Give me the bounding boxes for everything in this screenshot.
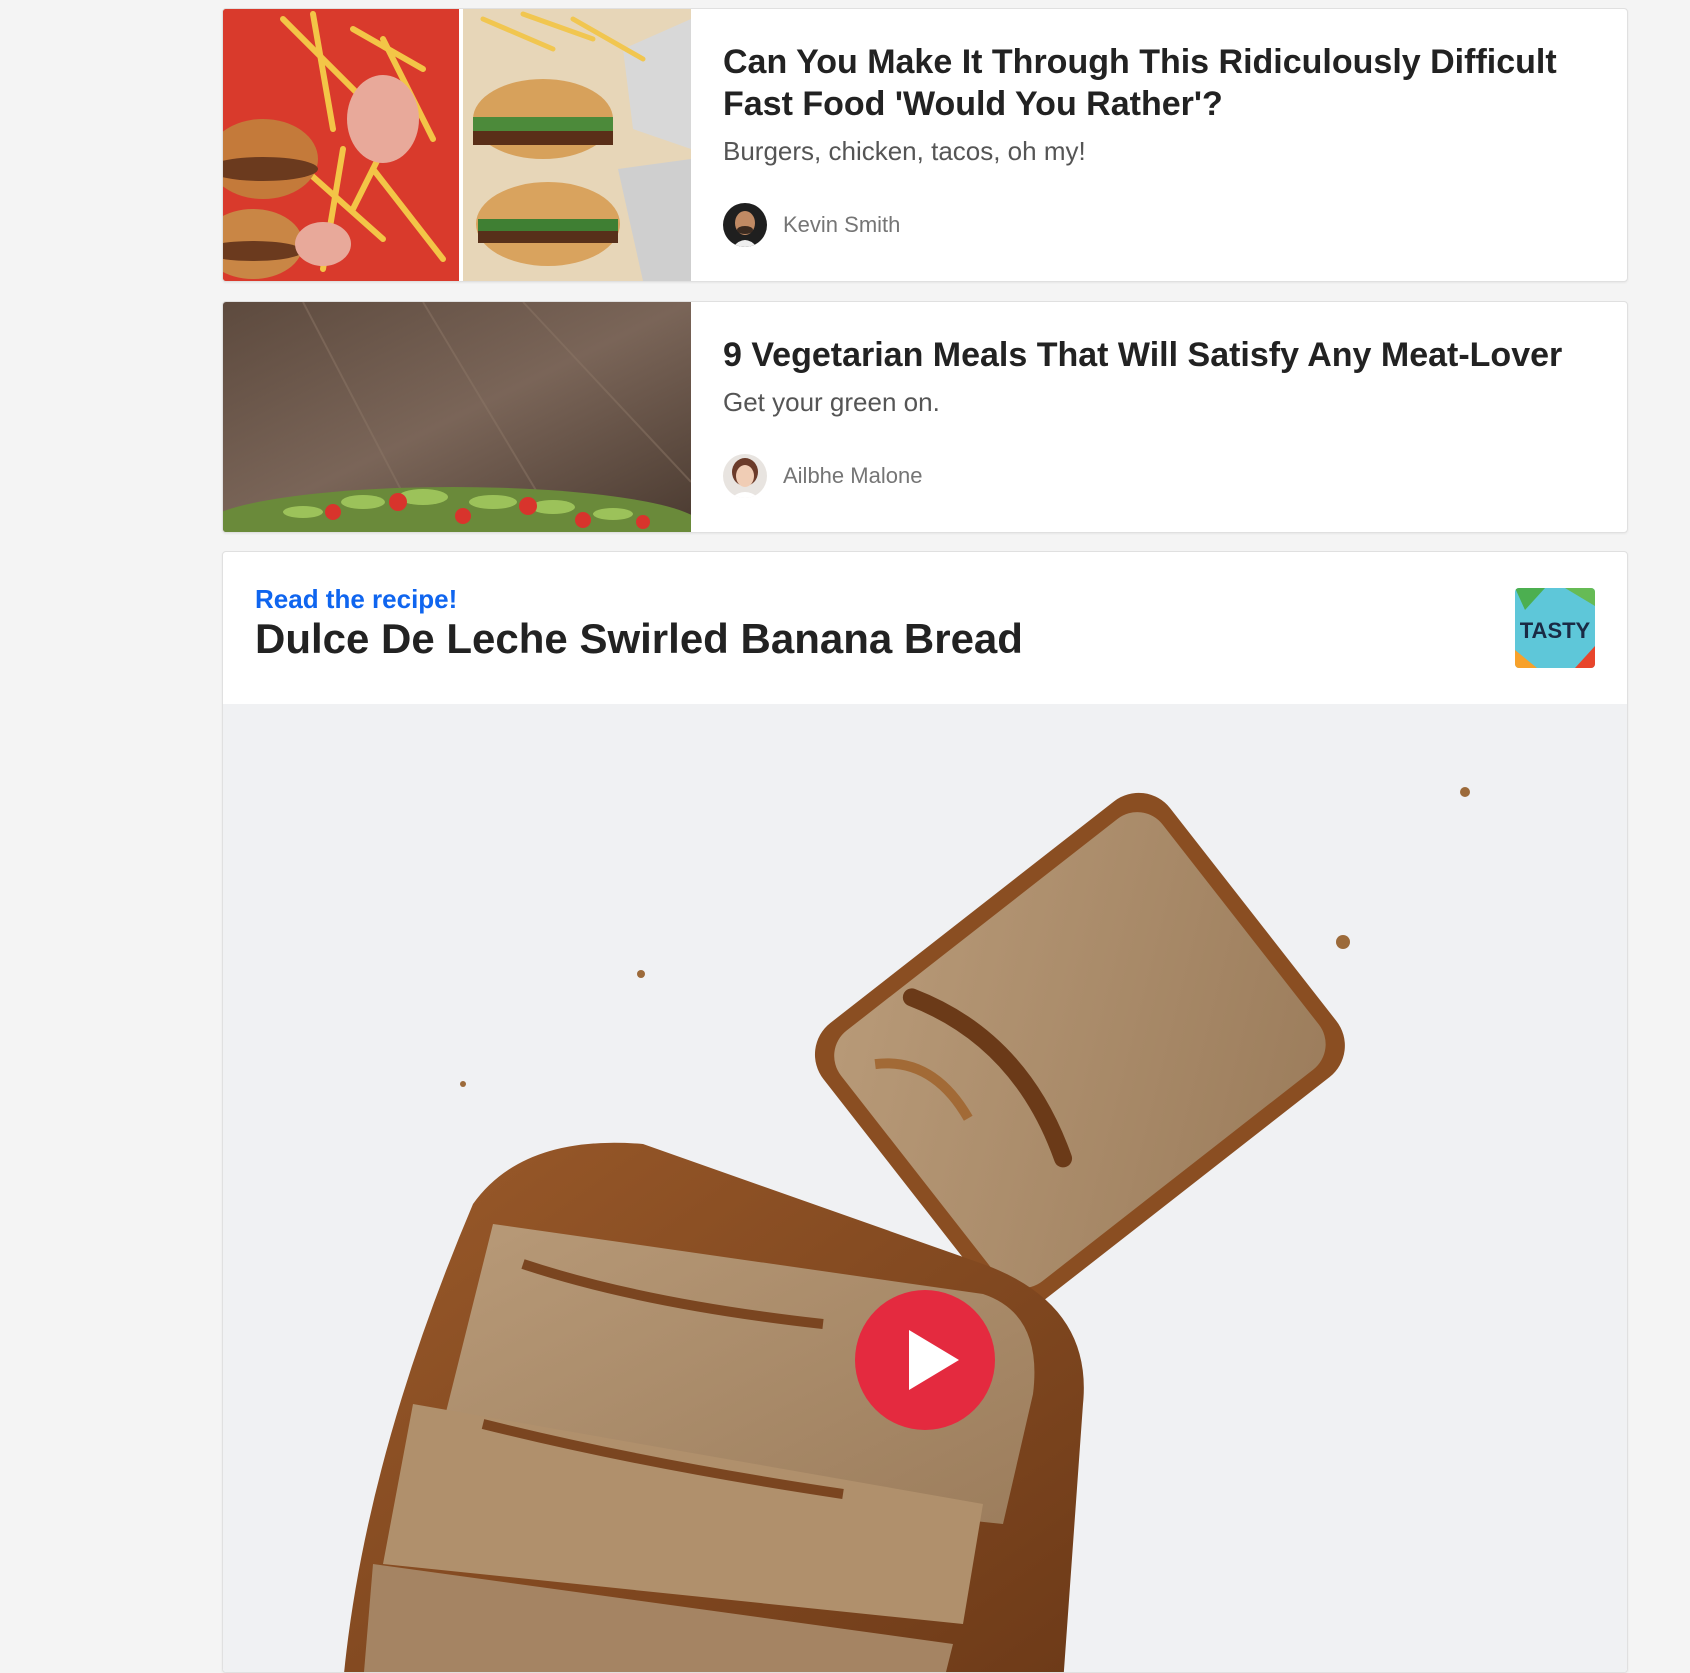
banana-bread-image xyxy=(223,704,1627,1672)
article-card-fast-food[interactable]: Can You Make It Through This Ridiculousl… xyxy=(222,8,1628,282)
author-avatar xyxy=(723,203,767,247)
recipe-video-card[interactable]: Read the recipe! Dulce De Leche Swirled … xyxy=(222,551,1628,1673)
vegetarian-salad-image xyxy=(223,302,691,532)
play-button[interactable] xyxy=(855,1290,995,1430)
tasty-logo[interactable]: TASTY xyxy=(1515,588,1595,668)
author-name: Ailbhe Malone xyxy=(783,463,923,488)
article-title[interactable]: Can You Make It Through This Ridiculousl… xyxy=(723,41,1567,125)
recipe-header: Read the recipe! Dulce De Leche Swirled … xyxy=(255,584,1595,664)
article-title[interactable]: 9 Vegetarian Meals That Will Satisfy Any… xyxy=(723,334,1567,376)
article-description: Get your green on. xyxy=(723,387,940,417)
recipe-title[interactable]: Dulce De Leche Swirled Banana Bread xyxy=(255,614,1595,664)
recipe-video[interactable] xyxy=(223,704,1627,1672)
author-avatar xyxy=(723,454,767,498)
play-icon xyxy=(909,1330,959,1390)
author-name: Kevin Smith xyxy=(783,212,901,237)
article-body: 9 Vegetarian Meals That Will Satisfy Any… xyxy=(723,334,1567,418)
read-recipe-link[interactable]: Read the recipe! xyxy=(255,584,1595,614)
article-thumbnail[interactable] xyxy=(223,9,691,281)
article-thumbnail[interactable] xyxy=(223,302,691,532)
article-byline[interactable]: Ailbhe Malone xyxy=(723,454,922,498)
article-byline[interactable]: Kevin Smith xyxy=(723,203,900,247)
tasty-logo-text: TASTY xyxy=(1520,618,1591,643)
article-body: Can You Make It Through This Ridiculousl… xyxy=(723,41,1567,167)
article-card-vegetarian[interactable]: 9 Vegetarian Meals That Will Satisfy Any… xyxy=(222,301,1628,533)
fast-food-image xyxy=(223,9,691,281)
article-description: Burgers, chicken, tacos, oh my! xyxy=(723,136,1086,166)
